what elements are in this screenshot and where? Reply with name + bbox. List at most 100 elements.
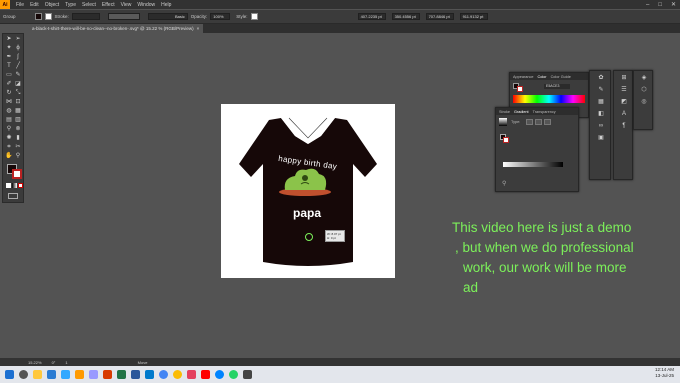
character-icon[interactable]: A bbox=[620, 111, 628, 118]
align-icon[interactable]: ☰ bbox=[620, 87, 628, 94]
system-clock[interactable]: 12:14 AM 13-Jul-25 bbox=[655, 367, 674, 379]
menu-effect[interactable]: Effect bbox=[102, 2, 115, 8]
brush-dropdown[interactable]: Basic bbox=[147, 13, 188, 20]
hand-tool-icon[interactable]: ✋ bbox=[5, 153, 13, 160]
vscode-icon[interactable] bbox=[145, 370, 154, 379]
gradient-thumbnail[interactable] bbox=[499, 118, 507, 126]
eyedropper-icon[interactable]: ⚲ bbox=[502, 180, 508, 187]
blend-tool-icon[interactable]: ⊗ bbox=[14, 126, 22, 133]
menu-help[interactable]: Help bbox=[161, 2, 171, 8]
w-field[interactable]: 707.8846 pt bbox=[425, 13, 454, 20]
name-text[interactable]: papa bbox=[287, 206, 327, 220]
type-tool-icon[interactable]: T bbox=[5, 63, 13, 70]
variable-width-dropdown[interactable] bbox=[107, 13, 140, 20]
freeform-gradient-button[interactable] bbox=[544, 119, 551, 125]
stroke-weight-field[interactable] bbox=[71, 13, 100, 20]
maximize-icon[interactable]: □ bbox=[658, 2, 662, 8]
perspective-grid-icon[interactable]: ▦ bbox=[14, 108, 22, 115]
transform-icon[interactable]: ⊞ bbox=[620, 75, 628, 82]
shape-builder-icon[interactable]: ◍ bbox=[5, 108, 13, 115]
gradient-slider[interactable] bbox=[503, 162, 563, 167]
stroke-color-icon[interactable] bbox=[12, 169, 22, 179]
rotation-value[interactable]: 0° bbox=[52, 360, 56, 365]
image-trace-icon[interactable]: ⬡ bbox=[640, 87, 648, 94]
paragraph-icon[interactable]: ¶ bbox=[620, 123, 628, 130]
magic-wand-icon[interactable]: ✦ bbox=[5, 45, 13, 52]
tab-gradient[interactable]: Gradient bbox=[514, 110, 529, 114]
scale-tool-icon[interactable]: ⤡ bbox=[14, 90, 22, 97]
menu-type[interactable]: Type bbox=[65, 2, 76, 8]
line-tool-icon[interactable]: ╱ bbox=[14, 63, 22, 70]
gradient-mode-icon[interactable] bbox=[12, 183, 17, 188]
photoshop-icon[interactable] bbox=[61, 370, 70, 379]
lasso-icon[interactable]: ϕ bbox=[14, 45, 22, 52]
rectangle-tool-icon[interactable]: ▭ bbox=[5, 72, 13, 79]
stroke-swatch[interactable] bbox=[44, 13, 52, 20]
x-field[interactable]: 407.2235 pt bbox=[357, 13, 386, 20]
symbol-sprayer-icon[interactable]: ✺ bbox=[5, 135, 13, 142]
excel-icon[interactable] bbox=[117, 370, 126, 379]
tab-appearance[interactable]: Appearance bbox=[513, 75, 533, 79]
menu-view[interactable]: View bbox=[121, 2, 132, 8]
curvature-tool-icon[interactable]: ∫ bbox=[14, 54, 22, 61]
eraser-icon[interactable]: ◪ bbox=[14, 81, 22, 88]
illustrator-icon[interactable] bbox=[75, 370, 84, 379]
close-icon[interactable]: ✕ bbox=[671, 1, 676, 8]
youtube-icon[interactable] bbox=[201, 370, 210, 379]
rotate-tool-icon[interactable]: ↻ bbox=[5, 90, 13, 97]
mesh-tool-icon[interactable]: ▤ bbox=[5, 117, 13, 124]
free-transform-icon[interactable]: ⊡ bbox=[14, 99, 22, 106]
powerpoint-icon[interactable] bbox=[103, 370, 112, 379]
artboard-number[interactable]: 1 bbox=[65, 360, 67, 365]
artboards-icon[interactable]: ▣ bbox=[597, 135, 605, 142]
search-icon[interactable] bbox=[19, 370, 28, 379]
navigator-icon[interactable]: ◎ bbox=[640, 99, 648, 106]
slice-tool-icon[interactable]: ✂ bbox=[14, 144, 22, 151]
premiere-icon[interactable] bbox=[89, 370, 98, 379]
whatsapp-icon[interactable] bbox=[229, 370, 238, 379]
opacity-field[interactable]: 100% bbox=[210, 13, 231, 20]
menu-object[interactable]: Object bbox=[45, 2, 59, 8]
color-mode-icon[interactable] bbox=[6, 183, 11, 188]
artboard[interactable]: happy birth day papa W: 8.07 pt H: 0 pt bbox=[221, 104, 395, 278]
instagram-icon[interactable] bbox=[187, 370, 196, 379]
width-tool-icon[interactable]: ⋈ bbox=[5, 99, 13, 106]
radial-gradient-button[interactable] bbox=[535, 119, 542, 125]
chrome-icon[interactable] bbox=[159, 370, 168, 379]
eyedropper-icon[interactable]: ⚲ bbox=[5, 126, 13, 133]
links-icon[interactable]: ∞ bbox=[597, 123, 605, 130]
file-explorer-icon[interactable] bbox=[33, 370, 42, 379]
menu-file[interactable]: File bbox=[16, 2, 24, 8]
word-icon[interactable] bbox=[131, 370, 140, 379]
tshirt-artwork[interactable] bbox=[221, 104, 395, 278]
chrome-profile-icon[interactable] bbox=[173, 370, 182, 379]
shaper-tool-icon[interactable]: ✐ bbox=[5, 81, 13, 88]
linear-gradient-button[interactable] bbox=[526, 119, 533, 125]
selection-tool-icon[interactable]: ➤ bbox=[5, 36, 13, 43]
gradient-stroke-swatch[interactable] bbox=[503, 137, 509, 143]
windows-start-icon[interactable] bbox=[5, 370, 14, 379]
tab-stroke[interactable]: Stroke bbox=[499, 110, 510, 114]
messenger-icon[interactable] bbox=[215, 370, 224, 379]
capcut-icon[interactable] bbox=[243, 370, 252, 379]
direct-selection-tool-icon[interactable]: ➢ bbox=[14, 36, 22, 43]
none-mode-icon[interactable] bbox=[18, 183, 23, 188]
fill-swatch[interactable] bbox=[34, 13, 42, 20]
brushes-icon[interactable]: ✎ bbox=[597, 87, 605, 94]
menu-edit[interactable]: Edit bbox=[30, 2, 39, 8]
zoom-tool-icon[interactable]: ⚲ bbox=[14, 153, 22, 160]
zoom-level[interactable]: 15.22% bbox=[28, 360, 42, 365]
pathfinder-icon[interactable]: ◩ bbox=[620, 99, 628, 106]
tab-color[interactable]: Color bbox=[537, 75, 546, 79]
minimize-icon[interactable]: – bbox=[646, 2, 649, 8]
swatches-icon[interactable]: ▦ bbox=[597, 99, 605, 106]
paintbrush-icon[interactable]: ✎ bbox=[14, 72, 22, 79]
layers-icon[interactable]: ◧ bbox=[597, 111, 605, 118]
menu-window[interactable]: Window bbox=[137, 2, 155, 8]
panel-stroke-swatch[interactable] bbox=[517, 86, 523, 92]
style-swatch[interactable] bbox=[250, 13, 258, 20]
hex-field[interactable]: E5ACE3 bbox=[544, 84, 570, 89]
gradient-tool-icon[interactable]: ▥ bbox=[14, 117, 22, 124]
document-tab[interactable]: a-black-t-shirt-there-will-be-no-clean--… bbox=[28, 24, 204, 33]
close-tab-icon[interactable]: × bbox=[197, 26, 200, 31]
